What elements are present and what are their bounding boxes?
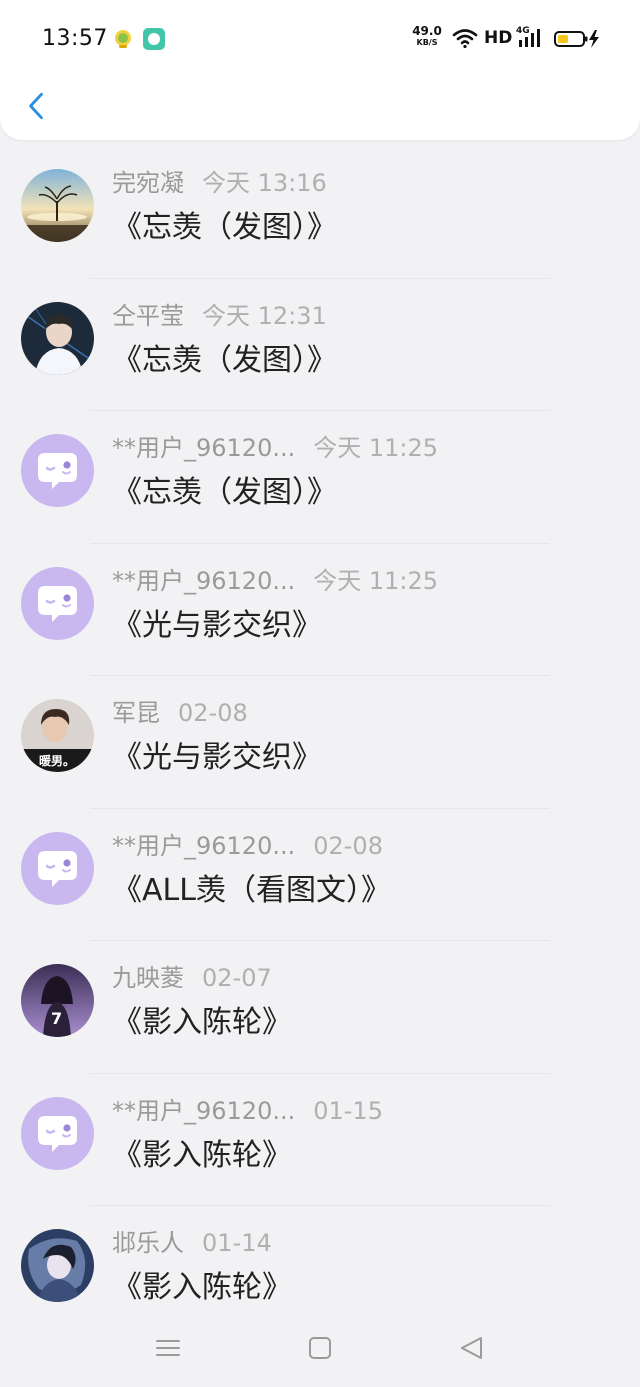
system-nav-bar bbox=[0, 1310, 640, 1387]
message-text: 《忘羡（发图）》 bbox=[112, 475, 337, 510]
status-bar: 13:57 49.0 KB/S HD 4G bbox=[0, 0, 640, 78]
message-time: 今天 13:16 bbox=[202, 169, 327, 197]
message-text: 《光与影交织》 bbox=[112, 740, 322, 775]
message-meta: 九映菱 02-07 bbox=[112, 963, 272, 993]
network-speed: 49.0 KB/S bbox=[412, 24, 442, 47]
sender-name: 邶乐人 bbox=[112, 1229, 184, 1257]
message-text: 《忘羡（发图）》 bbox=[112, 210, 337, 245]
hd-label: HD bbox=[484, 28, 513, 48]
person-photo-avatar[interactable] bbox=[21, 301, 94, 375]
menu-icon[interactable] bbox=[148, 1328, 188, 1368]
back-triangle-icon[interactable] bbox=[452, 1328, 492, 1368]
message-text: 《影入陈轮》 bbox=[112, 1137, 292, 1173]
message-text: 《影入陈轮》 bbox=[112, 1005, 292, 1040]
message-meta: **用户_96120... 今天 11:25 bbox=[112, 433, 438, 463]
message-text: 《ALL羡（看图文）》 bbox=[112, 872, 391, 908]
list-item[interactable]: 暖男。 军昆 02-08 《光与影交织》 bbox=[0, 676, 640, 809]
sender-name: **用户_96120... bbox=[112, 566, 296, 595]
anime-photo-avatar[interactable] bbox=[21, 1229, 94, 1302]
person-photo-avatar[interactable]: 7 bbox=[21, 964, 94, 1037]
list-item[interactable]: 7 九映菱 02-07 《影入陈轮》 bbox=[0, 941, 640, 1074]
message-meta: **用户_96120... 01-15 bbox=[112, 1096, 383, 1126]
sender-name: 完宛凝 bbox=[112, 169, 184, 197]
list-item[interactable]: **用户_96120... 今天 11:25 《忘羡（发图）》 bbox=[0, 411, 640, 544]
list-item[interactable]: 完宛凝 今天 13:16 《忘羡（发图）》 bbox=[0, 146, 640, 279]
sender-name: 军昆 bbox=[112, 699, 160, 727]
sender-name: **用户_96120... bbox=[112, 1096, 296, 1125]
chat-notification-icon bbox=[143, 28, 165, 50]
message-meta: 邶乐人 01-14 bbox=[112, 1228, 272, 1258]
message-text: 《忘羡（发图）》 bbox=[112, 342, 337, 378]
sender-name: 九映菱 bbox=[112, 964, 184, 992]
message-time: 今天 12:31 bbox=[202, 301, 327, 330]
avatar-caption: 7 bbox=[51, 1009, 62, 1028]
status-time: 13:57 bbox=[42, 26, 108, 51]
sender-name: **用户_96120... bbox=[112, 434, 296, 462]
battery-icon bbox=[554, 28, 602, 50]
list-item[interactable]: **用户_96120... 02-08 《ALL羡（看图文）》 bbox=[0, 809, 640, 941]
back-button[interactable] bbox=[18, 86, 54, 126]
message-time: 今天 11:25 bbox=[313, 566, 439, 595]
avatar-caption: 暖男。 bbox=[39, 753, 75, 768]
message-meta: 仝平莹 今天 12:31 bbox=[112, 301, 327, 331]
app-notification-icon bbox=[112, 28, 134, 50]
message-time: 02-07 bbox=[202, 964, 272, 992]
default-chat-avatar[interactable] bbox=[21, 566, 94, 640]
default-chat-avatar[interactable] bbox=[21, 831, 94, 905]
tree-photo-avatar[interactable] bbox=[21, 169, 94, 242]
home-square-icon[interactable] bbox=[300, 1328, 340, 1368]
list-item[interactable]: **用户_96120... 01-15 《影入陈轮》 bbox=[0, 1074, 640, 1206]
message-time: 今天 11:25 bbox=[313, 434, 439, 462]
list-item[interactable]: 仝平莹 今天 12:31 《忘羡（发图）》 bbox=[0, 279, 640, 411]
message-time: 01-15 bbox=[313, 1096, 383, 1125]
sender-name: **用户_96120... bbox=[112, 831, 296, 860]
message-meta: **用户_96120... 今天 11:25 bbox=[112, 566, 438, 596]
message-text: 《影入陈轮》 bbox=[112, 1270, 292, 1305]
default-chat-avatar[interactable] bbox=[21, 1096, 94, 1170]
wifi-icon bbox=[452, 27, 478, 49]
top-header: 13:57 49.0 KB/S HD 4G bbox=[0, 0, 640, 140]
message-list: 完宛凝 今天 13:16 《忘羡（发图）》 仝平莹 今天 12:31 《忘羡（发图）… bbox=[0, 146, 640, 1339]
message-meta: 军昆 02-08 bbox=[112, 698, 248, 728]
list-item[interactable]: **用户_96120... 今天 11:25 《光与影交织》 bbox=[0, 544, 640, 676]
person-photo-avatar[interactable]: 暖男。 bbox=[21, 699, 94, 772]
sender-name: 仝平莹 bbox=[112, 301, 184, 330]
message-time: 02-08 bbox=[313, 831, 383, 860]
chevron-left-icon bbox=[29, 92, 43, 120]
message-text: 《光与影交织》 bbox=[112, 607, 322, 643]
message-meta: **用户_96120... 02-08 bbox=[112, 831, 383, 861]
message-time: 02-08 bbox=[178, 699, 248, 727]
signal-icon: 4G bbox=[516, 26, 546, 49]
message-time: 01-14 bbox=[202, 1229, 272, 1257]
message-meta: 完宛凝 今天 13:16 bbox=[112, 168, 327, 198]
default-chat-avatar[interactable] bbox=[21, 434, 94, 507]
